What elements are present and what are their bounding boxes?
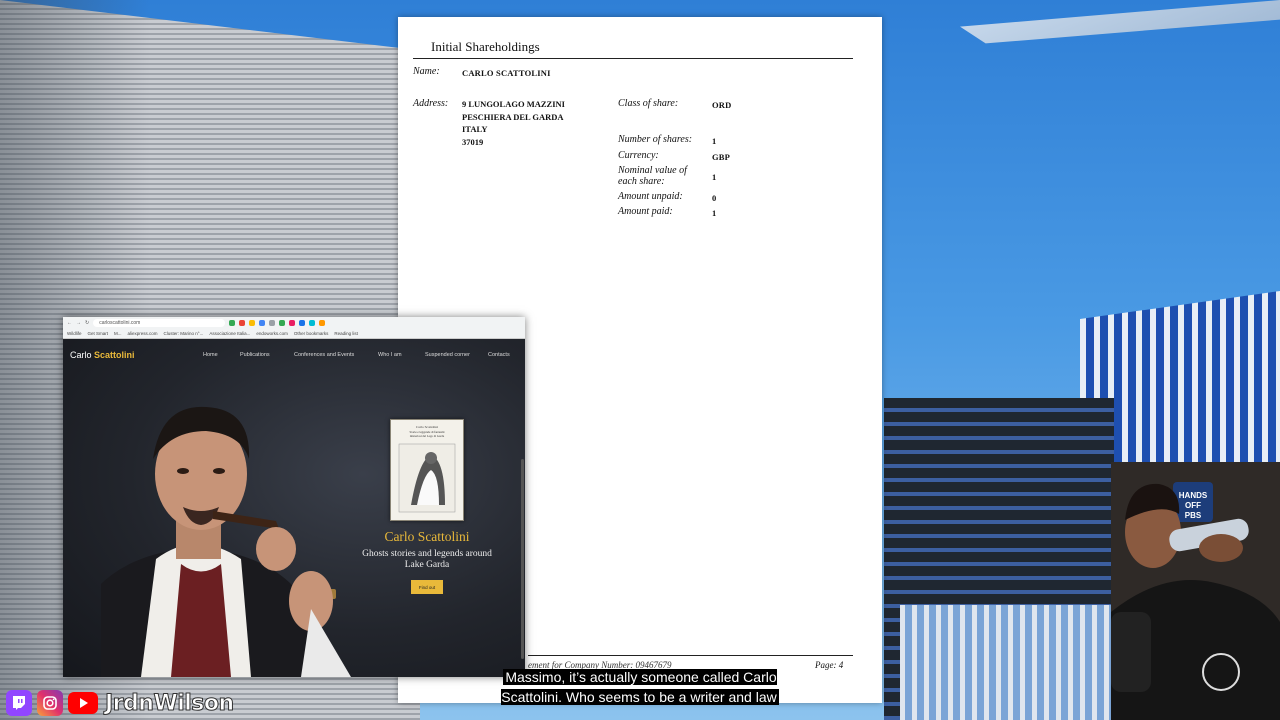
background-building-bottom	[900, 605, 1130, 720]
logo-first: Carlo	[70, 350, 92, 360]
amount-paid-value: 1	[712, 208, 717, 218]
svg-text:HANDS: HANDS	[1179, 491, 1208, 500]
address-line: 9 LUNGOLAGO MAZZINI	[462, 99, 565, 109]
nav-conferences[interactable]: Conferences and Events	[294, 352, 354, 358]
site-navbar: Carlo Scattolini Home Publications Confe…	[63, 347, 525, 361]
number-of-shares-value: 1	[712, 136, 717, 146]
book-cover[interactable]: Carlo Scattolini Storie e leggende di fa…	[390, 419, 464, 521]
bookmark-item[interactable]: Reading list	[334, 331, 358, 336]
extension-icon[interactable]	[259, 320, 266, 326]
class-of-share-value: ORD	[712, 100, 732, 110]
svg-text:misteriosi del Lago di Garda: misteriosi del Lago di Garda	[410, 434, 445, 438]
title-divider	[413, 58, 853, 59]
site-logo[interactable]: Carlo Scattolini	[70, 350, 135, 360]
nav-home[interactable]: Home	[203, 352, 218, 358]
document-title: Initial Shareholdings	[431, 39, 540, 54]
address-line: 37019	[462, 136, 484, 147]
class-of-share-label: Class of share:	[618, 98, 679, 109]
caption-text: Massimo, it’s actually someone called Ca…	[501, 669, 779, 705]
extension-icon[interactable]	[269, 320, 276, 326]
reload-icon[interactable]: ↻	[85, 320, 89, 326]
amount-paid-label: Amount paid:	[618, 206, 673, 217]
find-out-button[interactable]: Find out	[411, 580, 443, 594]
extension-icon[interactable]	[309, 320, 316, 326]
extension-icon[interactable]	[229, 320, 236, 326]
number-of-shares-label: Number of shares:	[618, 134, 693, 145]
extension-icon[interactable]	[319, 320, 326, 326]
nav-who-i-am[interactable]: Who I am	[378, 352, 402, 358]
svg-text:Carlo Scattolini: Carlo Scattolini	[416, 425, 438, 429]
bookmark-item[interactable]: Associazione Italia...	[209, 331, 250, 336]
nav-contacts[interactable]: Contacts	[488, 352, 510, 358]
address-value: 9 LUNGOLAGO MAZZINI PESCHIERA DEL GARDA …	[462, 98, 565, 148]
webcam-overlay: HANDS OFF PBS	[1111, 462, 1280, 720]
browser-toolbar: ← → ↻ carloscattolini.com	[63, 317, 525, 329]
forward-icon[interactable]: →	[76, 320, 81, 326]
social-bar: JrdnWilson	[6, 690, 235, 716]
nav-publications[interactable]: Publications	[240, 352, 270, 358]
address-label: Address:	[413, 98, 449, 109]
bookmark-item[interactable]: M...	[114, 331, 122, 336]
instagram-icon	[37, 690, 63, 716]
bookmark-item[interactable]: Get Smart	[88, 331, 109, 336]
name-label: Name:	[413, 66, 440, 77]
scrollbar[interactable]	[521, 459, 524, 659]
bookmarks-bar: Wildlife Get Smart M... aliexpress.com C…	[63, 329, 525, 339]
background-crane	[960, 0, 1280, 44]
website-content: Carlo Scattolini Home Publications Confe…	[63, 339, 525, 677]
bookmark-item[interactable]: Cluster: Marino n°...	[164, 331, 204, 336]
streamer-handle: JrdnWilson	[105, 690, 235, 716]
amount-unpaid-value: 0	[712, 193, 717, 203]
address-line: PESCHIERA DEL GARDA	[462, 111, 564, 122]
extension-icon[interactable]	[289, 320, 296, 326]
twitch-icon	[6, 690, 32, 716]
nav-suspended-corner[interactable]: Suspended corner	[425, 352, 470, 358]
streamer-figure: HANDS OFF PBS	[1111, 462, 1280, 720]
extension-icon[interactable]	[299, 320, 306, 326]
currency-label: Currency:	[618, 150, 659, 161]
bookmark-item[interactable]: aliexpress.com	[128, 331, 158, 336]
name-value: CARLO SCATTOLINI	[462, 68, 551, 78]
address-line: ITALY	[462, 124, 488, 134]
nominal-value-value: 1	[712, 172, 717, 182]
extension-icon[interactable]	[249, 320, 256, 326]
bookmark-item[interactable]: Other bookmarks	[294, 331, 329, 336]
hero-title: Carlo Scattolini	[384, 529, 470, 544]
address-bar[interactable]: carloscattolini.com	[93, 319, 226, 327]
browser-window[interactable]: ← → ↻ carloscattolini.com Wildlife Get S…	[63, 317, 525, 677]
book-illustration: Carlo Scattolini Storie e leggende di fa…	[398, 425, 456, 513]
extension-icon[interactable]	[239, 320, 246, 326]
svg-text:OFF: OFF	[1185, 501, 1201, 510]
youtube-icon	[68, 692, 98, 714]
svg-text:PBS: PBS	[1185, 511, 1202, 520]
page-number: Page: 4	[815, 660, 844, 670]
currency-value: GBP	[712, 152, 731, 162]
extension-icon[interactable]	[279, 320, 286, 326]
bookmark-item[interactable]: Wildlife	[67, 331, 82, 336]
subtitle-caption: Massimo, it’s actually someone called Ca…	[480, 667, 800, 707]
hero-subtitle: Ghosts stories and legends around Lake G…	[362, 549, 492, 570]
bookmark-item[interactable]: endoworks.com	[256, 331, 288, 336]
logo-second: Scattolini	[94, 350, 135, 360]
nominal-value-label: Nominal value of each share:	[618, 165, 687, 187]
footer-divider	[528, 655, 853, 656]
amount-unpaid-label: Amount unpaid:	[618, 191, 683, 202]
author-portrait	[101, 406, 351, 677]
back-icon[interactable]: ←	[67, 320, 72, 326]
